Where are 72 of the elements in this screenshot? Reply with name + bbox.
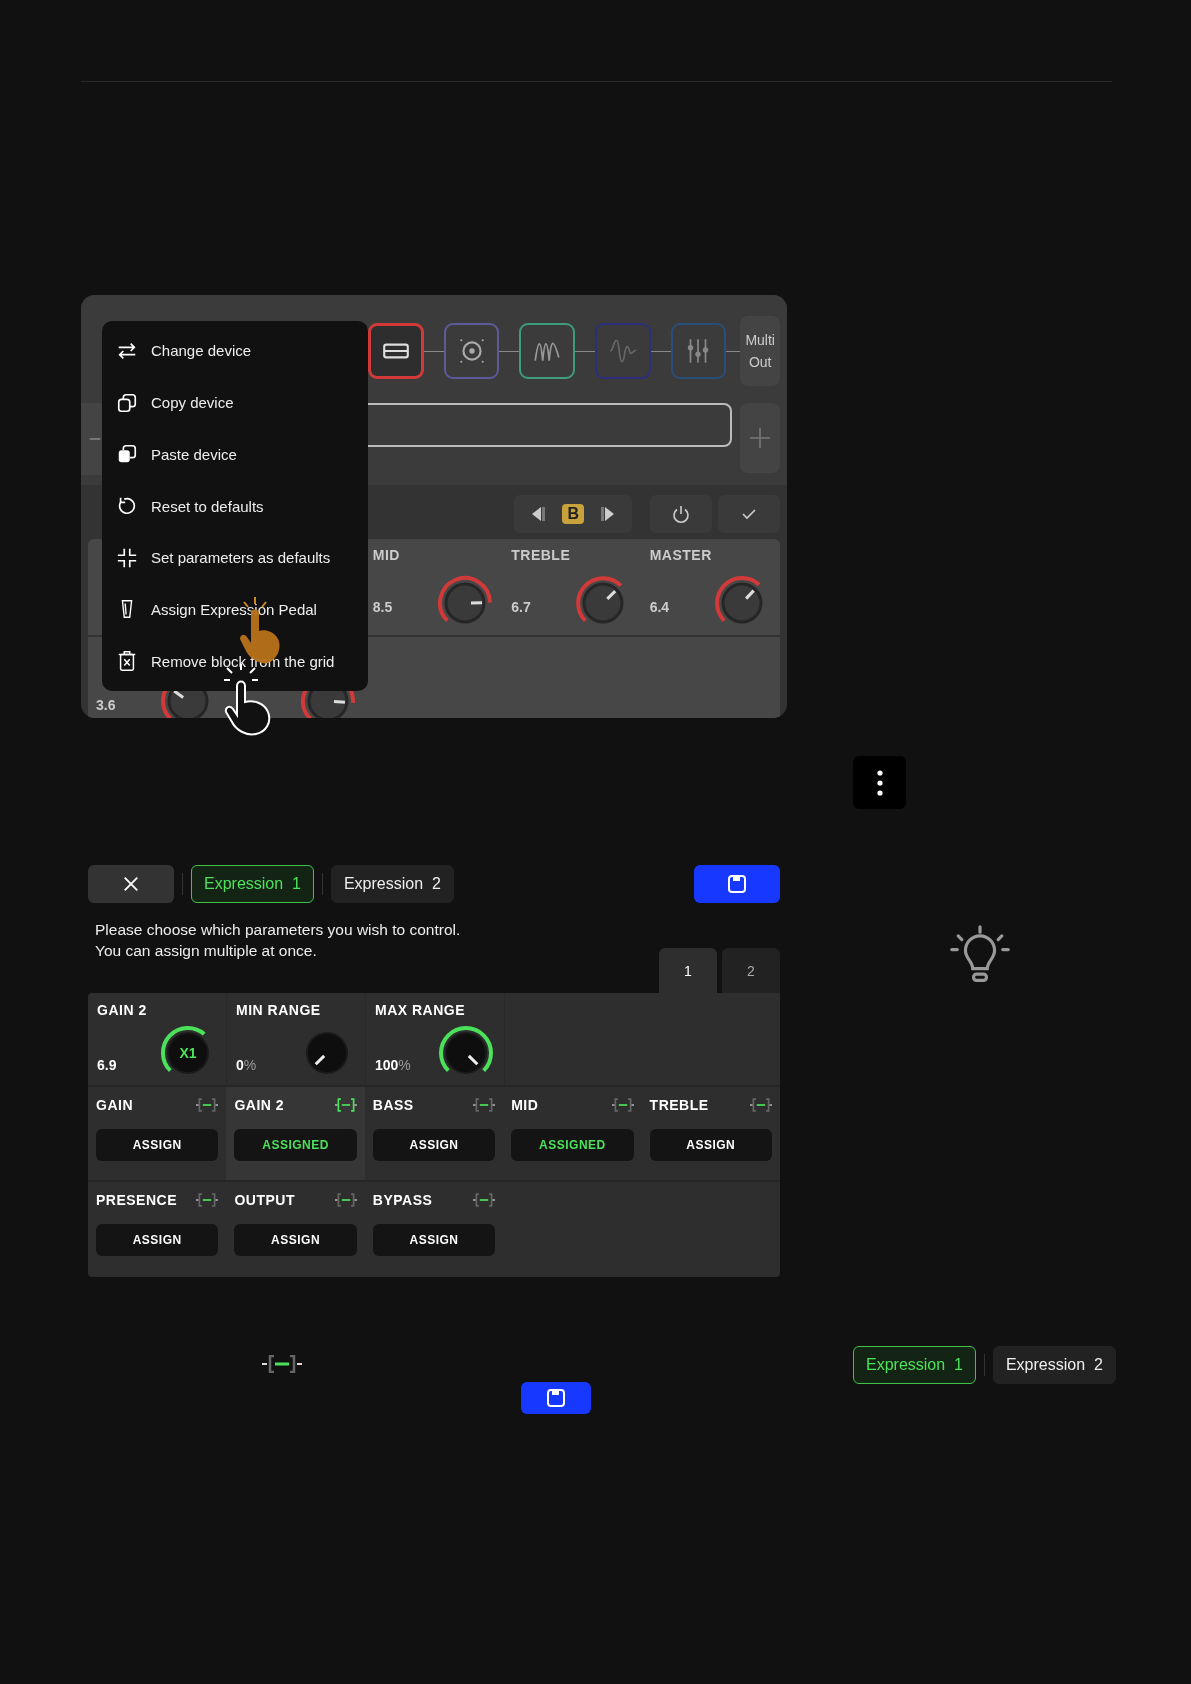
- assign-button[interactable]: ASSIGN: [96, 1129, 219, 1161]
- menu-item[interactable]: Reset to defaults: [102, 480, 368, 532]
- parameter-label: TREBLE: [511, 547, 571, 563]
- bracket-icon: [334, 1098, 357, 1112]
- parameter-label: PRESENCE: [96, 1192, 178, 1208]
- control-value: 0%: [236, 1057, 257, 1073]
- bracket-icon: [473, 1098, 496, 1112]
- control-knob[interactable]: X1: [158, 1023, 218, 1083]
- save-icon: [727, 874, 747, 894]
- bracket-icon: [750, 1098, 772, 1112]
- delete-icon: [116, 650, 138, 673]
- assign-button[interactable]: ASSIGN: [649, 1129, 772, 1161]
- power-button[interactable]: [650, 495, 712, 533]
- parameter-value: 3.6: [96, 697, 116, 713]
- menu-item[interactable]: Assign Expression Pedal: [102, 583, 368, 636]
- bracket-icon: [262, 1355, 302, 1373]
- page-tab[interactable]: 2: [722, 948, 780, 993]
- expression-tab[interactable]: Expression 2: [992, 1346, 1116, 1384]
- output-block[interactable]: Multi Out: [740, 316, 781, 386]
- bracket-icon: [334, 1193, 357, 1207]
- device-block[interactable]: [368, 323, 424, 379]
- control-value: 6.9: [97, 1057, 117, 1073]
- parameter-label: BASS: [372, 1097, 414, 1113]
- control-label: MAX RANGE: [375, 1002, 466, 1018]
- parameter-label: BYPASS: [372, 1192, 433, 1208]
- close-icon: [122, 875, 140, 893]
- menu-item[interactable]: Copy device: [102, 376, 368, 429]
- page-tab[interactable]: 1: [659, 948, 717, 993]
- control-label: MIN RANGE: [236, 1002, 321, 1018]
- bracket-icon: [611, 1098, 634, 1112]
- plus-icon: [748, 426, 772, 450]
- instruction-text: Please choose which parameters you wish to control.: [95, 920, 461, 940]
- assign-button[interactable]: ASSIGN: [372, 1224, 496, 1256]
- parameter-label: MID: [372, 547, 400, 563]
- menu-item[interactable]: Change device: [102, 325, 368, 377]
- control-label: GAIN 2: [97, 1002, 147, 1018]
- reset-icon: [116, 495, 138, 517]
- assign-button[interactable]: ASSIGN: [96, 1224, 219, 1256]
- parameter-value: 8.5: [372, 599, 393, 615]
- more-icon: [874, 767, 885, 798]
- expression-tab[interactable]: Expression 1: [191, 865, 314, 903]
- parameter-value: 6.7: [511, 599, 531, 615]
- parameter-label: MASTER: [649, 547, 712, 563]
- save-button[interactable]: [694, 865, 780, 903]
- menu-item[interactable]: Paste device: [102, 428, 368, 481]
- more-button[interactable]: [853, 756, 906, 809]
- save-button[interactable]: [521, 1382, 591, 1414]
- parameter-label: MID: [511, 1097, 539, 1113]
- bracket-icon: [473, 1193, 496, 1207]
- assign-button[interactable]: ASSIGNED: [234, 1129, 357, 1161]
- parameter-label: GAIN: [96, 1097, 133, 1113]
- assign-button[interactable]: ASSIGN: [234, 1224, 357, 1256]
- power-icon: [671, 504, 691, 524]
- parameter-label: TREBLE: [649, 1097, 709, 1113]
- menu-item[interactable]: Set parameters as defaults: [102, 531, 368, 584]
- close-button[interactable]: [88, 865, 174, 903]
- instruction-text: You can assign multiple at once.: [95, 941, 318, 961]
- collapse-icon: [116, 546, 138, 569]
- parameter-value: 6.4: [649, 599, 670, 615]
- control-value: 100%: [375, 1057, 411, 1073]
- parameter-label: OUTPUT: [234, 1192, 295, 1208]
- device-block[interactable]: [443, 323, 500, 379]
- bracket-icon: [196, 1193, 219, 1207]
- expression-tab[interactable]: Expression 2: [330, 865, 454, 903]
- variant-badge: B: [562, 504, 584, 524]
- assign-button[interactable]: ASSIGN: [372, 1129, 496, 1161]
- parameter-label: GAIN 2: [234, 1097, 285, 1113]
- copy-icon: [116, 391, 138, 414]
- save-icon: [546, 1388, 566, 1408]
- assign-button[interactable]: ASSIGNED: [511, 1129, 634, 1161]
- bracket-icon: [196, 1098, 219, 1112]
- expression-tab[interactable]: Expression 1: [853, 1346, 976, 1384]
